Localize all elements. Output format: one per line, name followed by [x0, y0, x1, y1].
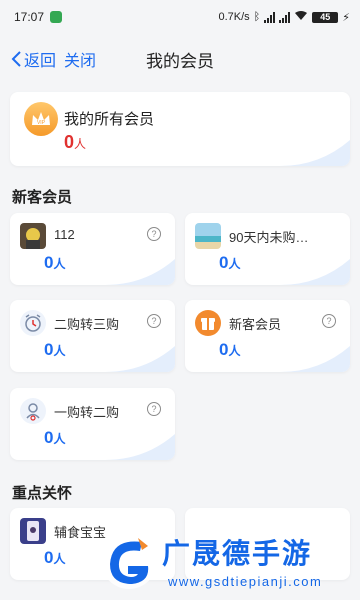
card-count: 0人: [44, 548, 66, 567]
card-label: 二购转三购: [54, 317, 120, 332]
svg-text:VIP: VIP: [37, 120, 46, 126]
card-label: 辅食宝宝: [54, 525, 107, 540]
all-members-title: 我的所有会员: [64, 111, 155, 128]
section-title-key-care: 重点关怀: [12, 485, 73, 502]
member-card-baby-food[interactable]: 辅食宝宝 0人: [10, 508, 175, 580]
charging-icon: ⚡: [342, 11, 350, 24]
card-label: 新客会员: [229, 317, 282, 332]
baby-photo-icon: [20, 518, 46, 544]
card-label: 90天内未购新客: [229, 230, 321, 245]
card-wave-decoration: [105, 259, 175, 285]
status-bar: 17:07 0.7K/s ᛒ 45 ⚡: [0, 0, 360, 34]
signal-icon-2: [279, 11, 291, 23]
member-card-placeholder[interactable]: [185, 508, 350, 580]
card-count: 0人: [219, 340, 241, 359]
battery-icon: 45: [312, 11, 339, 23]
network-speed: 0.7K/s: [218, 11, 250, 23]
member-card-new-customer[interactable]: 新客会员 ? 0人: [185, 300, 350, 372]
back-label: 返回: [24, 53, 57, 70]
user-refresh-icon: [20, 398, 46, 424]
help-icon[interactable]: ?: [322, 314, 336, 328]
card-count: 0人: [44, 428, 66, 447]
wifi-icon: [294, 10, 308, 24]
close-button[interactable]: 关闭: [64, 47, 96, 71]
member-card-first-to-second[interactable]: 一购转二购 ? 0人: [10, 388, 175, 460]
all-members-card[interactable]: VIP 我的所有会员 0人: [10, 92, 350, 166]
help-icon[interactable]: ?: [147, 227, 161, 241]
card-wave-decoration: [280, 346, 350, 372]
back-button[interactable]: 返回: [10, 47, 56, 71]
signal-icon-1: [264, 11, 276, 23]
notification-app-icon: [50, 11, 63, 23]
card-wave-decoration: [280, 259, 350, 285]
vip-crown-icon: VIP: [24, 102, 58, 136]
status-time: 17:07: [14, 10, 45, 24]
card-wave-decoration: [280, 140, 350, 166]
bluetooth-icon: ᛒ: [253, 11, 261, 23]
photo-avatar-icon: [20, 223, 46, 249]
card-wave-decoration: [105, 346, 175, 372]
all-members-count: 0人: [64, 132, 87, 152]
card-wave-decoration: [105, 434, 175, 460]
member-card-112[interactable]: 112 ? 0人: [10, 213, 175, 285]
member-card-second-to-third[interactable]: 二购转三购 ? 0人: [10, 300, 175, 372]
beach-photo-icon: [195, 223, 221, 249]
help-icon[interactable]: ?: [147, 402, 161, 416]
member-card-90-days-new[interactable]: 90天内未购新客 0人: [185, 213, 350, 285]
nav-header: 返回 关闭 我的会员: [0, 34, 360, 84]
card-label: 一购转二购: [54, 405, 120, 420]
help-icon[interactable]: ?: [147, 314, 161, 328]
gift-icon: [195, 310, 221, 336]
chevron-left-icon: [11, 51, 21, 67]
card-count: 0人: [44, 340, 66, 359]
card-count: 0人: [44, 253, 66, 272]
card-count: 0人: [219, 253, 241, 272]
section-title-new-customers: 新客会员: [12, 189, 73, 206]
clock-icon: [20, 310, 46, 336]
card-label: 112: [54, 227, 75, 242]
